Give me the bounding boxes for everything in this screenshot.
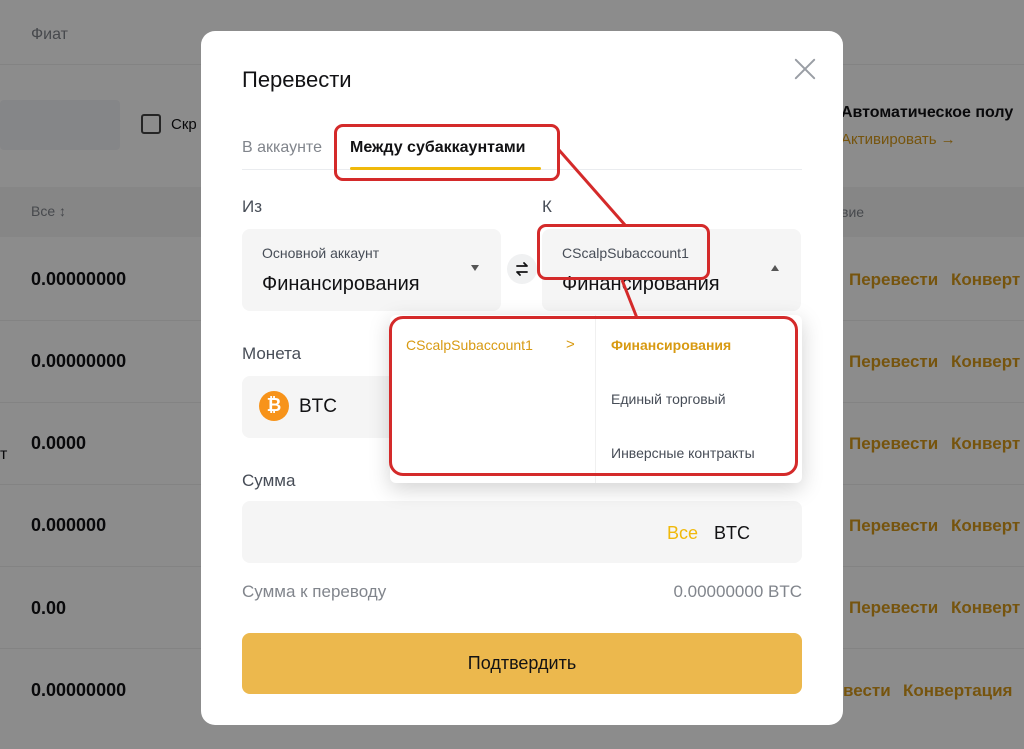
swap-button[interactable] — [507, 254, 537, 284]
tab-within-account[interactable]: В аккаунте — [242, 139, 322, 157]
caret-up-icon — [771, 265, 779, 271]
to-account-select[interactable]: CScalpSubaccount1 Финансирования — [542, 229, 801, 311]
dropdown-option-unified-trading[interactable]: Единый торговый — [611, 391, 726, 407]
to-wallet: Финансирования — [562, 273, 720, 295]
dropdown-divider — [595, 315, 596, 483]
from-wallet: Финансирования — [262, 273, 420, 295]
coin-label: Монета — [242, 344, 302, 363]
modal-title: Перевести — [242, 67, 352, 92]
swap-icon — [516, 262, 528, 276]
chevron-right-icon: > — [566, 336, 575, 353]
amount-input[interactable]: Все BTC — [242, 501, 802, 563]
bitcoin-icon: ₿ — [259, 391, 289, 421]
caret-down-icon — [471, 265, 479, 271]
dropdown-option-inverse-contracts[interactable]: Инверсные контракты — [611, 445, 755, 461]
max-all-button[interactable]: Все — [667, 523, 698, 544]
from-label: Из — [242, 197, 263, 216]
dropdown-option-funding[interactable]: Финансирования — [611, 337, 731, 353]
amount-label: Сумма — [242, 471, 296, 490]
close-icon[interactable] — [793, 57, 817, 81]
from-account-select[interactable]: Основной аккаунт Финансирования — [242, 229, 501, 311]
tab-between-subaccounts[interactable]: Между субаккаунтами — [350, 139, 526, 157]
coin-symbol: BTC — [299, 396, 337, 417]
to-account-type: CScalpSubaccount1 — [562, 245, 689, 261]
to-label: К — [542, 197, 552, 216]
dropdown-subaccount-item[interactable]: CScalpSubaccount1 — [406, 337, 533, 353]
from-account-type: Основной аккаунт — [262, 245, 380, 261]
transfer-amount-label: Сумма к переводу — [242, 582, 387, 601]
account-dropdown: CScalpSubaccount1 > Финансирования Едины… — [390, 315, 802, 483]
transfer-amount-value: 0.00000000 BTC — [673, 582, 802, 601]
active-tab-indicator — [350, 167, 541, 170]
confirm-button[interactable]: Подтвердить — [242, 633, 802, 694]
amount-unit: BTC — [714, 523, 750, 543]
